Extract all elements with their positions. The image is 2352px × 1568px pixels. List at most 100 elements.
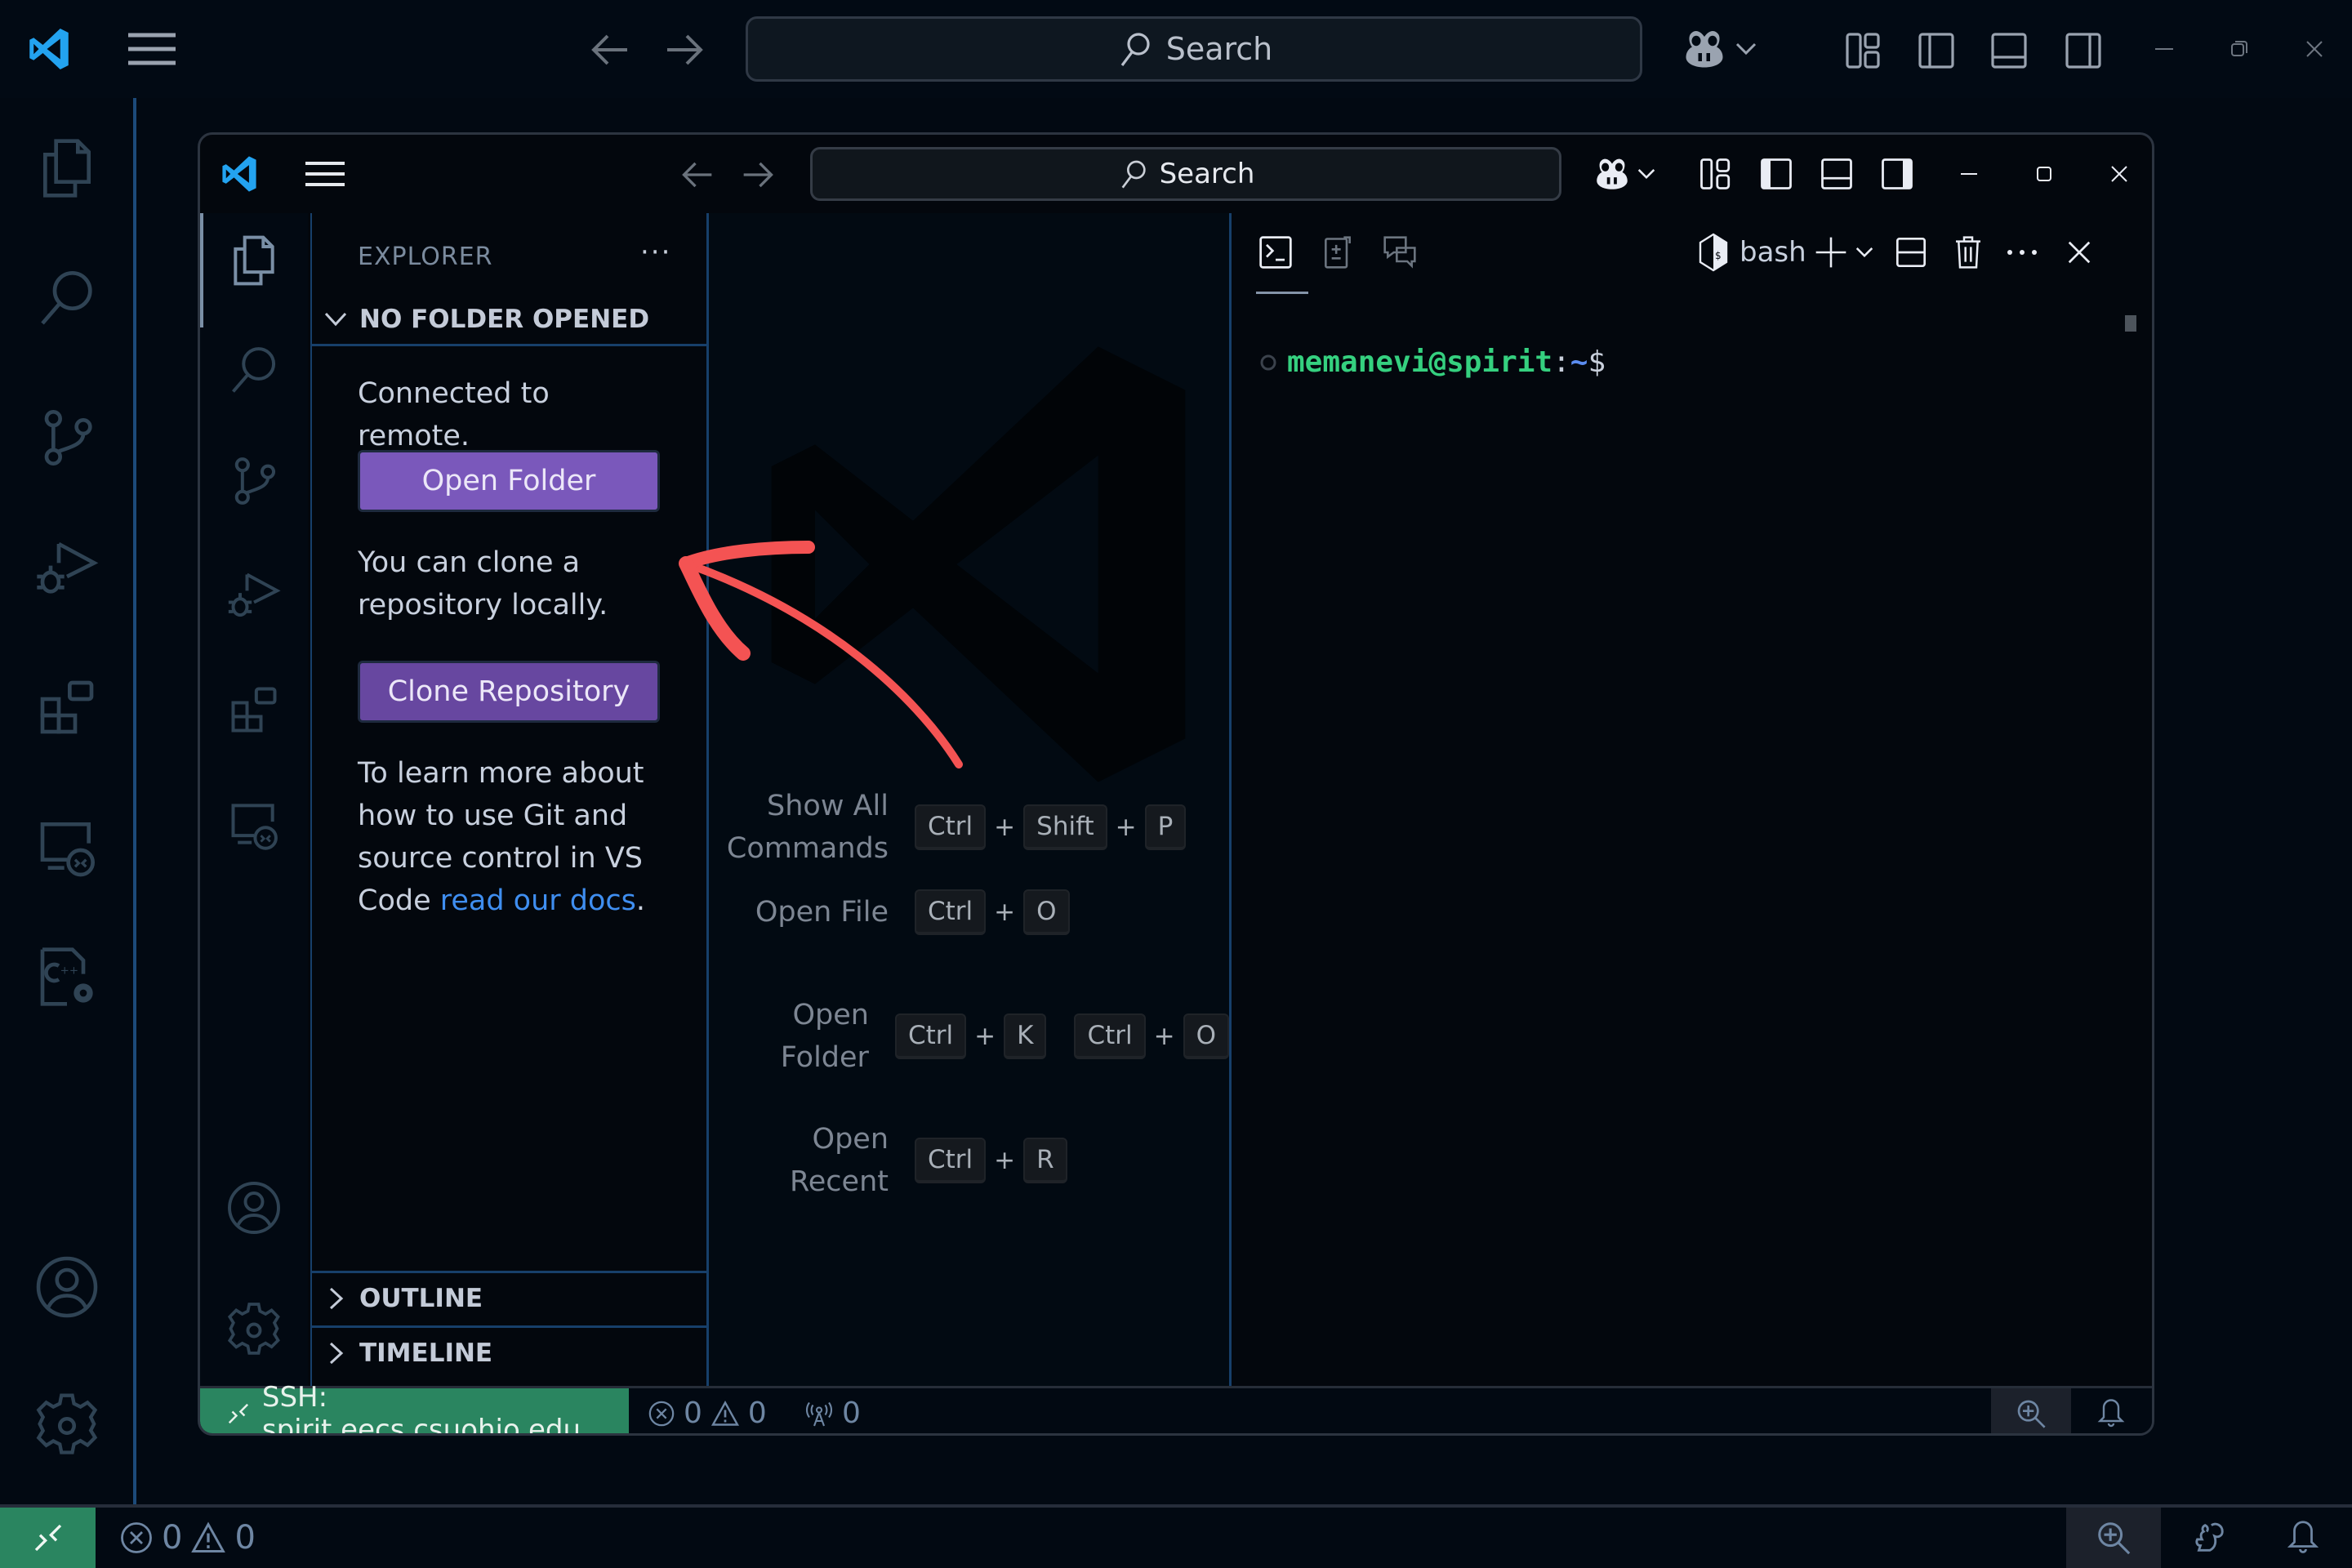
tab-problems-diff[interactable] [1316, 231, 1359, 274]
open-folder-button[interactable]: Open Folder [358, 450, 660, 512]
clone-repository-button[interactable]: Clone Repository [358, 661, 660, 723]
outer-feedback-button[interactable] [2161, 1508, 2256, 1568]
close-panel-button[interactable] [2058, 231, 2100, 274]
notifications-button[interactable] [2071, 1388, 2151, 1433]
remote-icon [228, 1403, 249, 1423]
run-debug-icon[interactable] [223, 564, 285, 626]
read-docs-link[interactable]: read our docs [440, 884, 636, 917]
shortcut-label: Open Recent [790, 1123, 889, 1198]
inner-copilot-menu-button[interactable] [1587, 153, 1660, 195]
inner-back-arrow-icon[interactable] [680, 158, 715, 192]
terminal-more-actions[interactable] [2001, 231, 2043, 274]
learn-more-suffix: . [635, 884, 646, 917]
customize-layout-icon[interactable] [1841, 28, 1886, 74]
toggle-panel-icon[interactable] [1986, 28, 2032, 74]
outer-cpp-config-icon[interactable]: ++ [29, 939, 105, 1014]
zoom-status-button[interactable] [1991, 1388, 2071, 1433]
outer-source-control-icon[interactable] [29, 400, 105, 475]
copilot-menu-button[interactable] [1679, 24, 1757, 74]
inner-customize-layout-icon[interactable] [1696, 154, 1735, 194]
forward-arrow-icon[interactable] [664, 29, 705, 70]
chevron-down-icon [1735, 42, 1757, 56]
outer-status-bar: 0 0 [0, 1504, 2352, 1568]
outer-manage-gear-icon[interactable] [29, 1388, 105, 1463]
minimize-window-icon[interactable] [2148, 33, 2180, 65]
outer-problems-status[interactable]: 0 0 [119, 1508, 256, 1568]
outer-remote-explorer-icon[interactable] [29, 808, 105, 884]
section-divider [312, 344, 706, 346]
learn-more-text: To learn more about how to use Git and s… [358, 752, 668, 922]
keyboard-key: Ctrl [915, 1138, 987, 1183]
broadcast-antenna-icon [805, 1401, 833, 1426]
terminal-profile-dropdown[interactable] [1852, 238, 1877, 267]
shortcut-keys: Ctrl + R [915, 1138, 1067, 1183]
accounts-icon[interactable] [223, 1177, 285, 1239]
explorer-icon[interactable] [223, 229, 285, 292]
menu-hamburger-icon[interactable] [122, 24, 181, 74]
remote-explorer-icon[interactable] [223, 793, 285, 855]
trash-icon [1956, 236, 1980, 269]
keyboard-key: Ctrl [915, 889, 987, 935]
outer-zoom-button[interactable] [2066, 1508, 2161, 1568]
outer-sidebar-edge [133, 98, 136, 1504]
prompt-user-host: memanevi@spirit [1287, 345, 1553, 379]
inner-forward-arrow-icon[interactable] [741, 158, 775, 192]
close-window-icon[interactable] [2298, 33, 2331, 65]
shortcut-keys: Ctrl + K Ctrl + O [894, 1013, 1229, 1059]
warning-count: 0 [747, 1396, 767, 1430]
search-view-icon[interactable] [223, 340, 285, 402]
keyboard-key: K [1004, 1013, 1047, 1059]
outer-search-icon[interactable] [29, 261, 105, 336]
split-terminal-button[interactable] [1890, 231, 1932, 274]
outer-extensions-icon[interactable] [29, 670, 105, 745]
search-placeholder: Search [1165, 31, 1273, 67]
inner-maximize-icon[interactable] [2029, 159, 2059, 189]
split-icon [1896, 238, 1926, 267]
ellipsis-icon [2007, 250, 2037, 255]
section-outline[interactable]: OUTLINE [312, 1274, 706, 1323]
outer-accounts-icon[interactable] [29, 1250, 105, 1325]
inner-toggle-panel-icon[interactable] [1817, 154, 1856, 194]
zoom-in-icon [2098, 1522, 2131, 1555]
inner-toggle-primary-sidebar-icon[interactable] [1757, 154, 1796, 194]
outer-explorer-icon[interactable] [29, 131, 105, 206]
error-icon [648, 1401, 675, 1426]
terminal-prompt[interactable]: memanevi@spirit:~$ [1259, 345, 1606, 379]
more-actions-button[interactable]: ··· [640, 236, 671, 269]
clone-text: You can clone a repository locally. [358, 546, 608, 621]
remote-indicator[interactable]: SSH: spirit.eecs.csuohio.edu [200, 1381, 629, 1433]
extensions-icon[interactable] [223, 679, 285, 741]
toggle-primary-sidebar-icon[interactable] [1913, 28, 1959, 74]
tab-terminal[interactable] [1254, 231, 1297, 274]
tab-chat[interactable] [1379, 231, 1421, 274]
inner-menu-hamburger-icon[interactable] [302, 156, 348, 192]
outer-notifications-button[interactable] [2256, 1508, 2350, 1568]
source-control-icon[interactable] [223, 450, 285, 512]
svg-text:++: ++ [60, 965, 78, 978]
inner-minimize-icon[interactable] [1954, 159, 1984, 189]
terminal-scrollbar-thumb[interactable] [2125, 315, 2136, 332]
inner-toggle-secondary-sidebar-icon[interactable] [1878, 154, 1917, 194]
outer-run-debug-icon[interactable] [29, 531, 105, 606]
command-center-search[interactable]: Search [746, 16, 1642, 82]
terminal-panel: $ bash memanevi@spirit:~$ [1229, 213, 2152, 1386]
key-plus: + [994, 898, 1016, 927]
inner-close-icon[interactable] [2105, 159, 2134, 189]
kill-terminal-button[interactable] [1947, 231, 1989, 274]
ports-status[interactable]: 0 [804, 1388, 861, 1433]
inner-command-center-search[interactable]: Search [810, 147, 1561, 201]
toggle-secondary-sidebar-icon[interactable] [2060, 28, 2106, 74]
new-terminal-button[interactable] [1810, 231, 1852, 274]
back-arrow-icon[interactable] [590, 29, 630, 70]
section-divider [312, 1325, 706, 1328]
problems-status[interactable]: 0 0 [648, 1388, 767, 1433]
terminal-instance-bash[interactable]: $ bash [1697, 231, 1806, 274]
section-timeline[interactable]: TIMELINE [312, 1329, 706, 1378]
manage-gear-icon[interactable] [223, 1299, 285, 1361]
restore-window-icon[interactable] [2223, 33, 2256, 65]
section-no-folder-opened[interactable]: NO FOLDER OPENED [312, 295, 706, 344]
editor-empty-area: Show All Commands Ctrl + Shift + P Open File Ct… [709, 213, 1229, 1386]
outer-titlebar: Search [0, 0, 2352, 98]
chevron-down-icon [1637, 169, 1655, 180]
outer-remote-indicator[interactable] [0, 1508, 96, 1568]
